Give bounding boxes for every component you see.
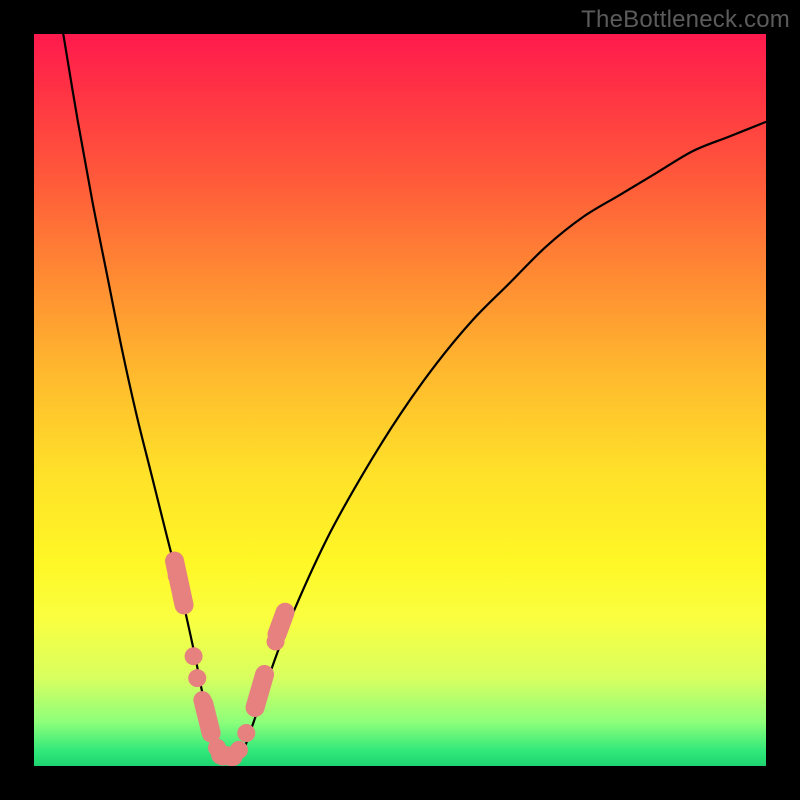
- curve-svg: [34, 34, 766, 766]
- marker-dot: [173, 589, 191, 607]
- marker-dot: [201, 720, 219, 738]
- marker-dot: [230, 741, 248, 759]
- chart-plot-area: [34, 34, 766, 766]
- marker-dot: [267, 633, 285, 651]
- marker-dot: [188, 669, 206, 687]
- marker-dot: [248, 691, 266, 709]
- marker-dot: [237, 724, 255, 742]
- marker-dot: [193, 691, 211, 709]
- marker-dot: [168, 567, 186, 585]
- watermark-text: TheBottleneck.com: [581, 6, 790, 34]
- bottleneck-curve-line: [63, 34, 766, 762]
- marker-dot: [185, 647, 203, 665]
- marker-dot: [274, 611, 292, 629]
- marker-dot: [253, 673, 271, 691]
